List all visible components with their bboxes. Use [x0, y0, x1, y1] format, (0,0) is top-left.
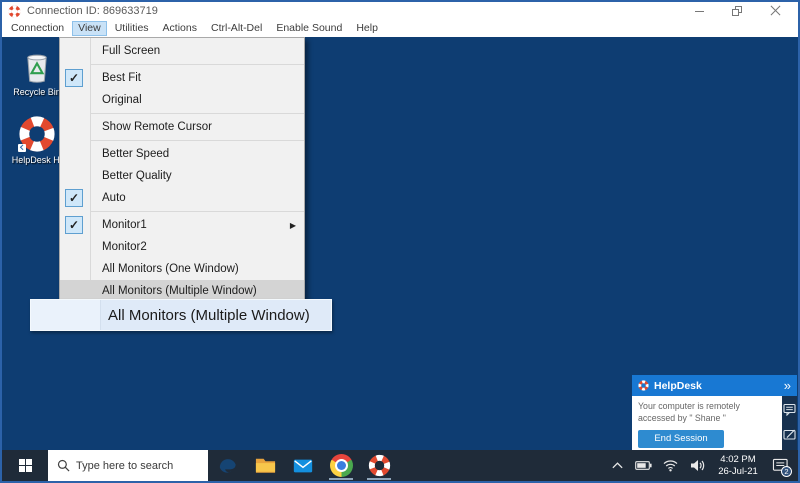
window-title: Connection ID: 869633719: [27, 5, 158, 17]
volume-icon: [690, 459, 705, 472]
tray-chevron-button[interactable]: [604, 450, 630, 481]
menu-item-all-monitors-one-window[interactable]: All Monitors (One Window): [60, 258, 304, 280]
titlebar: Connection ID: 869633719: [2, 2, 798, 20]
file-explorer-icon: [254, 454, 277, 477]
menu-item-better-quality[interactable]: Better Quality: [60, 165, 304, 187]
wifi-icon: [662, 459, 679, 472]
tray-battery-button[interactable]: [630, 450, 657, 481]
helpdesk-taskbar-icon: [368, 454, 391, 477]
menu-enable-sound[interactable]: Enable Sound: [270, 21, 348, 36]
search-icon: [57, 459, 70, 472]
helpdesk-session-panel: HelpDesk » Your computer is remotely acc…: [632, 375, 797, 449]
close-icon: [770, 6, 780, 16]
view-dropdown-menu: Full Screen ✓ Best Fit Original Show Rem…: [59, 37, 305, 305]
menu-item-better-speed[interactable]: Better Speed: [60, 143, 304, 165]
menu-utilities[interactable]: Utilities: [109, 21, 155, 36]
clock-date: 26-Jul-21: [718, 466, 758, 478]
menu-item-original[interactable]: Original: [60, 89, 304, 111]
menu-connection[interactable]: Connection: [5, 21, 70, 36]
taskbar-edge-button[interactable]: [208, 450, 246, 481]
helpdesk-panel-body: Your computer is remotely accessed by " …: [632, 396, 782, 450]
edge-icon: [216, 454, 239, 477]
chrome-icon: [330, 454, 353, 477]
close-button[interactable]: [756, 3, 794, 19]
helpdesk-panel-title: HelpDesk: [654, 380, 702, 392]
taskbar: 4:02 PM 26-Jul-21 2: [2, 450, 798, 481]
checkmark-icon: ✓: [65, 216, 83, 234]
menu-separator: [91, 113, 304, 114]
action-center-button[interactable]: 2: [765, 450, 795, 481]
search-input[interactable]: [76, 460, 194, 472]
menu-help[interactable]: Help: [350, 21, 384, 36]
menu-item-monitor1[interactable]: ✓ Monitor1 ▶: [60, 214, 304, 236]
submenu-arrow-icon: ▶: [290, 221, 296, 230]
checkmark-icon: ✓: [65, 69, 83, 87]
session-message: Your computer is remotely accessed by " …: [638, 401, 776, 425]
taskbar-helpdesk-button[interactable]: [360, 450, 398, 481]
menubar: Connection View Utilities Actions Ctrl-A…: [2, 20, 798, 37]
menu-item-monitor2[interactable]: Monitor2: [60, 236, 304, 258]
recycle-bin-icon: [21, 51, 53, 85]
menu-item-auto[interactable]: ✓ Auto: [60, 187, 304, 209]
tray-wifi-button[interactable]: [657, 450, 684, 481]
taskbar-mail-button[interactable]: [284, 450, 322, 481]
taskbar-file-explorer-button[interactable]: [246, 450, 284, 481]
restore-icon: [732, 6, 742, 16]
helpdesk-panel-header: HelpDesk »: [632, 375, 797, 396]
checkmark-icon: ✓: [65, 189, 83, 207]
menu-separator: [91, 211, 304, 212]
desktop-icon-label: HelpDesk H.: [8, 155, 66, 165]
minimize-button[interactable]: [680, 3, 718, 19]
windows-logo-icon: [19, 459, 32, 472]
magnifier-gutter: [31, 300, 101, 330]
annotate-icon[interactable]: [783, 428, 796, 441]
helpdesk-logo-icon: [638, 380, 649, 391]
remote-viewer-window: Connection ID: 869633719 Connection View…: [0, 0, 800, 483]
helpdesk-side-strip: [782, 396, 797, 450]
collapse-chevron-icon[interactable]: »: [784, 379, 791, 392]
magnifier-label: All Monitors (Multiple Window): [101, 307, 310, 324]
menu-actions[interactable]: Actions: [157, 21, 203, 36]
minimize-icon: [695, 11, 704, 12]
shortcut-arrow-icon: [18, 144, 26, 152]
menu-separator: [91, 140, 304, 141]
desktop-icon-recycle-bin[interactable]: Recycle Bin: [8, 51, 66, 97]
menu-item-show-remote-cursor[interactable]: Show Remote Cursor: [60, 116, 304, 138]
clock-time: 4:02 PM: [720, 454, 755, 466]
menu-item-full-screen[interactable]: Full Screen: [60, 40, 304, 62]
chat-icon[interactable]: [783, 403, 796, 416]
notification-badge: 2: [781, 466, 792, 477]
battery-icon: [635, 460, 652, 471]
taskbar-chrome-button[interactable]: [322, 450, 360, 481]
taskbar-search[interactable]: [48, 450, 208, 481]
desktop-icon-helpdesk[interactable]: HelpDesk H.: [8, 115, 66, 165]
magnifier-tooltip: All Monitors (Multiple Window): [30, 299, 332, 331]
desktop-icon-label: Recycle Bin: [8, 87, 66, 97]
menu-item-best-fit[interactable]: ✓ Best Fit: [60, 67, 304, 89]
remote-desktop-area: Recycle Bin HelpDesk H. Full Screen ✓ Be…: [2, 37, 798, 450]
maximize-button[interactable]: [718, 3, 756, 19]
start-button[interactable]: [2, 450, 48, 481]
end-session-button[interactable]: End Session: [638, 430, 724, 448]
menu-view[interactable]: View: [72, 21, 107, 36]
chevron-up-icon: [611, 461, 624, 470]
tray-clock[interactable]: 4:02 PM 26-Jul-21: [711, 450, 765, 481]
menu-separator: [91, 64, 304, 65]
tray-volume-button[interactable]: [684, 450, 711, 481]
menu-ctrl-alt-del[interactable]: Ctrl-Alt-Del: [205, 21, 268, 36]
helpdesk-logo-icon: [8, 5, 21, 18]
mail-icon: [292, 455, 314, 477]
